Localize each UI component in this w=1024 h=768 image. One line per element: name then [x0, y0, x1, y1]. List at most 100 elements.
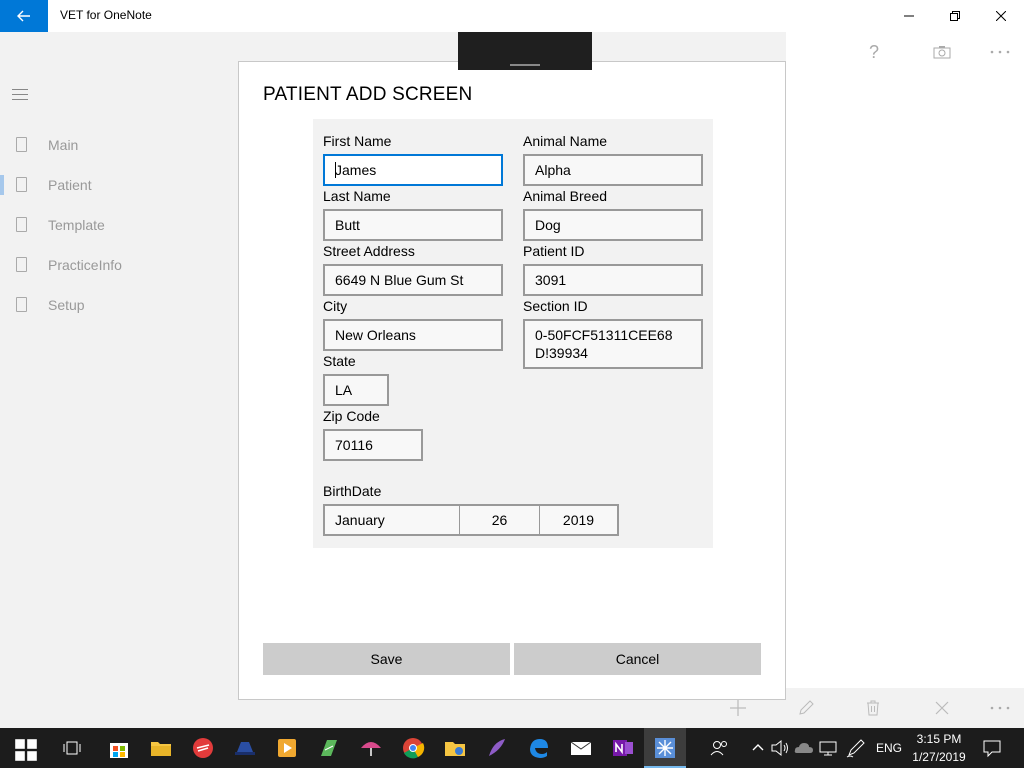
- fullscreen-snip-icon[interactable]: [516, 8, 534, 26]
- state-value: LA: [335, 382, 353, 398]
- windows-start-icon[interactable]: [14, 738, 38, 762]
- birthdate-year[interactable]: 2019: [539, 506, 617, 534]
- freeform-snip-icon[interactable]: [568, 8, 586, 26]
- last-name-value: Butt: [335, 217, 360, 233]
- patient-id-input[interactable]: 3091: [523, 264, 703, 296]
- animal-name-label: Animal Name: [523, 133, 608, 149]
- file-explorer-icon[interactable]: [149, 736, 173, 760]
- clock-time[interactable]: 3:15 PM: [910, 732, 968, 746]
- action-center-icon[interactable]: [980, 736, 1004, 760]
- restore-button[interactable]: [932, 0, 978, 32]
- state-label: State: [323, 353, 356, 369]
- animal-name-input[interactable]: Alpha: [523, 154, 703, 186]
- feather-app-icon[interactable]: [485, 736, 509, 760]
- content-pane: [786, 32, 1024, 688]
- dialog-title: PATIENT ADD SCREEN: [263, 84, 473, 105]
- app-hat-icon[interactable]: [233, 736, 257, 760]
- edge-browser-icon[interactable]: [527, 736, 551, 760]
- patient-id-label: Patient ID: [523, 243, 585, 259]
- language-indicator[interactable]: ENG: [876, 741, 902, 755]
- cancel-button[interactable]: Cancel: [514, 643, 761, 675]
- sidebar-item-patient[interactable]: Patient: [0, 165, 230, 205]
- hamburger-menu-icon[interactable]: [12, 89, 28, 103]
- app-green-icon[interactable]: [317, 736, 341, 760]
- patient-id-value: 3091: [535, 272, 567, 288]
- chevron-up-icon[interactable]: [746, 736, 770, 760]
- first-name-value: James: [335, 162, 377, 178]
- animal-breed-label: Animal Breed: [523, 188, 608, 204]
- sidebar-item-practiceinfo[interactable]: PracticeInfo: [0, 245, 230, 285]
- more-options-icon[interactable]: [988, 40, 1012, 64]
- app-red-icon[interactable]: [191, 736, 215, 760]
- birthdate-day[interactable]: 26: [459, 506, 539, 534]
- state-input[interactable]: LA: [323, 374, 389, 406]
- birthdate-picker[interactable]: January 26 2019: [323, 504, 619, 536]
- city-input[interactable]: New Orleans: [323, 319, 503, 351]
- sidebar-item-template[interactable]: Template: [0, 205, 230, 245]
- sidebar-item-label: Template: [48, 217, 105, 233]
- last-name-input[interactable]: Butt: [323, 209, 503, 241]
- window-snip-icon[interactable]: [542, 8, 560, 26]
- onenote-icon[interactable]: [611, 736, 635, 760]
- sidebar-item-label: Setup: [48, 297, 85, 313]
- delete-trash-icon[interactable]: [861, 696, 885, 720]
- sidebar-item-label: Patient: [48, 177, 92, 193]
- sidebar-item-label: Main: [48, 137, 79, 153]
- animal-breed-input[interactable]: Dog: [523, 209, 703, 241]
- toolbar-drag-handle[interactable]: [510, 64, 540, 66]
- chrome-icon[interactable]: [401, 736, 425, 760]
- sidebar-item-setup[interactable]: Setup: [0, 285, 230, 325]
- edit-pencil-icon[interactable]: [794, 696, 818, 720]
- title-bar: [0, 0, 1024, 32]
- pen-workspace-icon[interactable]: [844, 736, 868, 760]
- close-icon: [996, 11, 1006, 21]
- mail-icon[interactable]: [569, 736, 593, 760]
- first-name-label: First Name: [323, 133, 392, 149]
- zip-code-input[interactable]: 70116: [323, 429, 423, 461]
- minimize-button[interactable]: [886, 0, 932, 32]
- more-commands-icon[interactable]: [988, 696, 1012, 720]
- first-name-input[interactable]: James: [323, 154, 503, 186]
- page-icon: [16, 297, 27, 312]
- minimize-icon: [904, 15, 914, 17]
- section-id-input[interactable]: 0-50FCF51311CEE68D!39934: [523, 319, 703, 369]
- add-icon[interactable]: [726, 696, 750, 720]
- restore-icon: [950, 11, 960, 21]
- street-address-input[interactable]: 6649 N Blue Gum St: [323, 264, 503, 296]
- back-arrow-icon: [17, 10, 30, 22]
- help-icon[interactable]: ?: [862, 40, 886, 64]
- selection-indicator: [0, 175, 4, 195]
- back-button[interactable]: [0, 0, 48, 32]
- save-button[interactable]: Save: [263, 643, 510, 675]
- animal-name-value: Alpha: [535, 162, 571, 178]
- sidebar-item-main[interactable]: Main: [0, 125, 230, 165]
- sidebar-item-label: PracticeInfo: [48, 257, 122, 273]
- folder-app-icon[interactable]: [443, 736, 467, 760]
- volume-icon[interactable]: [768, 736, 792, 760]
- screen-sketch-icon[interactable]: [464, 8, 482, 26]
- section-id-label: Section ID: [523, 298, 588, 314]
- task-view-icon[interactable]: [60, 736, 84, 760]
- zip-code-value: 70116: [335, 437, 373, 453]
- close-window-button[interactable]: [978, 0, 1024, 32]
- people-icon[interactable]: [708, 736, 732, 760]
- last-name-label: Last Name: [323, 188, 391, 204]
- city-value: New Orleans: [335, 327, 416, 343]
- media-player-icon[interactable]: [275, 736, 299, 760]
- clock-date[interactable]: 1/27/2019: [910, 750, 968, 764]
- city-label: City: [323, 298, 348, 314]
- onedrive-cloud-icon[interactable]: [792, 736, 816, 760]
- birthdate-month[interactable]: January: [325, 506, 459, 534]
- animal-breed-value: Dog: [535, 217, 561, 233]
- app-umbrella-icon[interactable]: [359, 736, 383, 760]
- street-address-value: 6649 N Blue Gum St: [335, 272, 464, 288]
- vet-onenote-app-icon[interactable]: [653, 736, 677, 760]
- network-icon[interactable]: [816, 736, 840, 760]
- page-icon: [16, 257, 27, 272]
- zip-code-label: Zip Code: [323, 408, 380, 424]
- select-cursor-icon[interactable]: [490, 8, 508, 26]
- page-icon: [16, 137, 27, 152]
- store-icon[interactable]: [107, 736, 131, 760]
- camera-icon[interactable]: [930, 40, 954, 64]
- dismiss-x-icon[interactable]: [930, 696, 954, 720]
